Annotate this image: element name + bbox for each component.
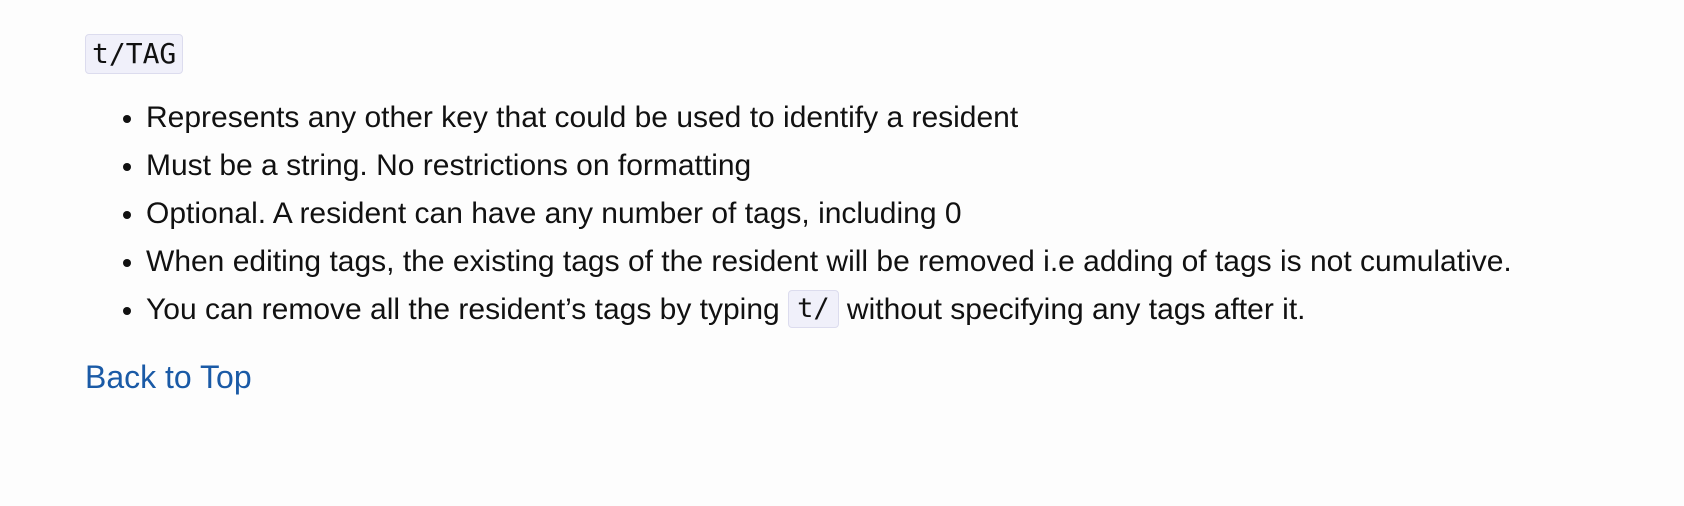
inline-code: t/	[788, 290, 839, 328]
parameter-section: t/TAG Represents any other key that coul…	[85, 34, 1645, 397]
list-item: Represents any other key that could be u…	[146, 94, 1645, 142]
back-to-top-link[interactable]: Back to Top	[85, 357, 252, 397]
list-item: Must be a string. No restrictions on for…	[146, 142, 1645, 190]
list-item-text-after: without specifying any tags after it.	[838, 293, 1306, 326]
parameter-code-heading: t/TAG	[85, 34, 184, 74]
parameter-details-list: Represents any other key that could be u…	[85, 94, 1645, 334]
list-item: When editing tags, the existing tags of …	[146, 238, 1645, 286]
list-item: You can remove all the resident’s tags b…	[146, 286, 1645, 334]
list-item: Optional. A resident can have any number…	[146, 190, 1645, 238]
list-item-text-before: You can remove all the resident’s tags b…	[146, 293, 789, 326]
